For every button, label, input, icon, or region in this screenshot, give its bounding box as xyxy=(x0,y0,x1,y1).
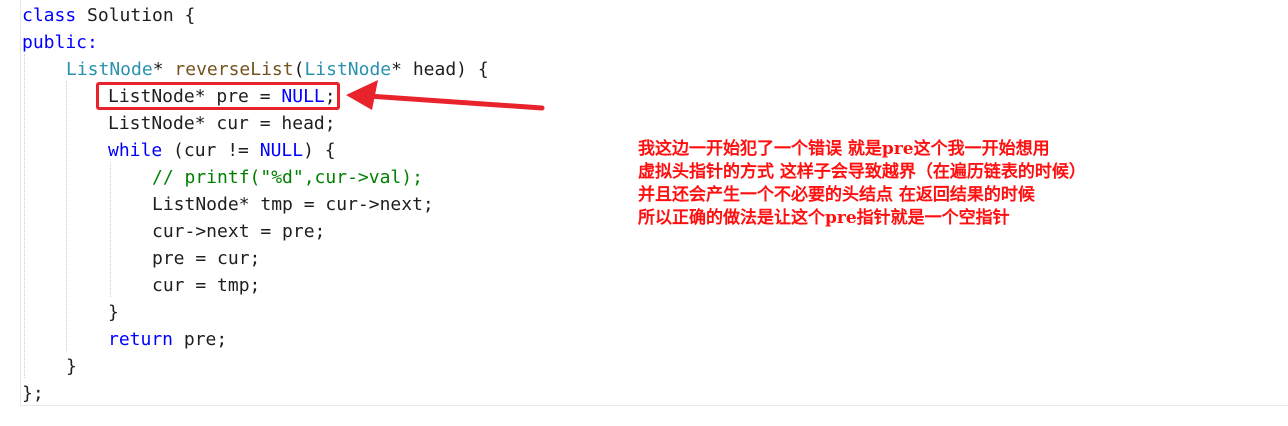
annotation-text: 我这边一开始犯了一个错误 就是pre这个我一开始想用虚拟头指针的方式 这样子会导… xyxy=(638,138,1086,230)
code-editor[interactable]: class Solution { public: ListNode* rever… xyxy=(0,0,1288,410)
annotation-line-1: 我这边一开始犯了一个错误 就是pre这个我一开始想用 xyxy=(638,139,1050,159)
arrow-shaft xyxy=(365,93,545,111)
arrow-head xyxy=(346,80,378,110)
annotation-line-2: 虚拟头指针的方式 这样子会导致越界（在遍历链表的时候） xyxy=(638,162,1086,182)
annotation-line-3: 并且还会产生一个不必要的头结点 在返回结果的时候 xyxy=(638,185,1035,205)
annotation-line-4: 所以正确的做法是让这个pre指针就是一个空指针 xyxy=(638,208,1010,228)
